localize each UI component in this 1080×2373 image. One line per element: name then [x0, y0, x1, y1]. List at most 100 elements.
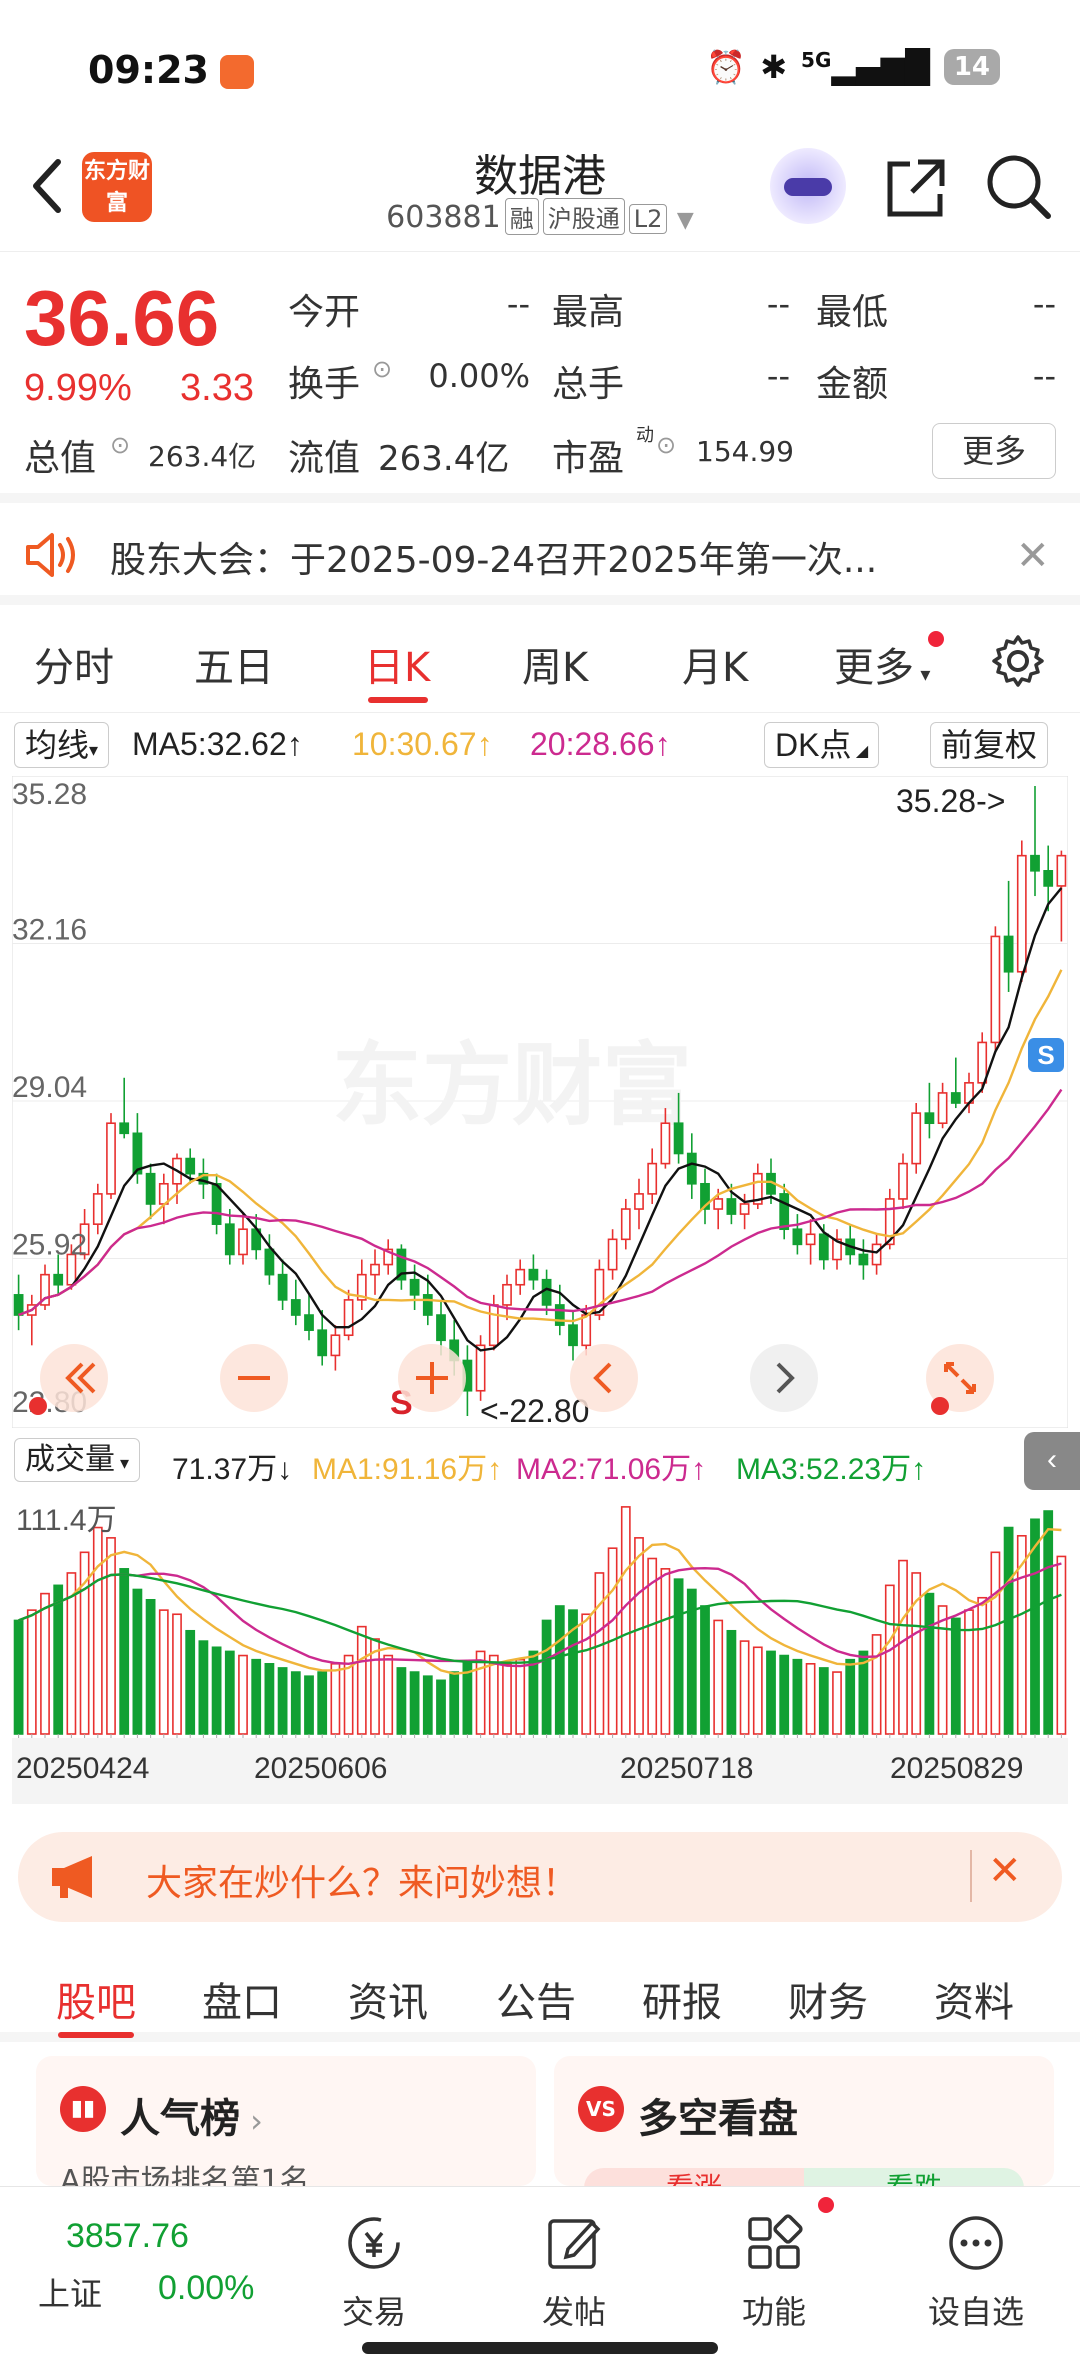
candle	[502, 1283, 512, 1306]
current-price: 36.66	[24, 274, 220, 362]
nav-post[interactable]: 发帖	[474, 2287, 674, 2333]
candle	[898, 1162, 908, 1200]
grid-icon[interactable]	[744, 2213, 804, 2273]
candle	[607, 1238, 618, 1271]
tab-profile[interactable]: 资料	[934, 1970, 1014, 2028]
tag-margin: 融	[504, 198, 539, 235]
nav-functions[interactable]: 功能	[674, 2287, 874, 2333]
battery-icon: 14	[943, 49, 1000, 85]
notice-bar[interactable]: 股东大会：于2025-09-24召开2025年第一次... ✕	[0, 503, 1080, 605]
prev-icon[interactable]	[570, 1344, 638, 1412]
volume-bar	[541, 1619, 552, 1735]
bull-bear-card[interactable]: VS 多空看盘 看涨 看跌	[554, 2056, 1054, 2208]
ai-banner[interactable]: 大家在炒什么？来问妙想！ ✕	[18, 1832, 1062, 1922]
candle	[409, 1278, 420, 1296]
volume-bar	[238, 1654, 248, 1735]
pe-value: 154.99	[696, 435, 794, 468]
candle	[515, 1268, 526, 1286]
volume-bar	[92, 1526, 103, 1735]
info-icon[interactable]: ⊙	[656, 431, 676, 459]
volume-bar	[1056, 1555, 1067, 1735]
tab-daily-k[interactable]: 日K	[364, 635, 430, 693]
adjust-select[interactable]: 前复权	[930, 722, 1049, 768]
red-dot	[931, 1397, 949, 1415]
close-icon[interactable]: ✕	[988, 1848, 1022, 1894]
candle	[792, 1228, 803, 1246]
more-button[interactable]: 更多	[932, 423, 1056, 479]
info-icon[interactable]: ⊙	[372, 355, 392, 383]
ai-assistant-icon[interactable]	[770, 148, 846, 224]
trade-icon[interactable]	[344, 2213, 404, 2273]
share-icon[interactable]	[882, 154, 950, 222]
candle	[422, 1294, 433, 1316]
open-value: --	[506, 285, 530, 323]
svg-text:S: S	[1037, 1040, 1054, 1070]
high-label: 最高	[552, 292, 625, 333]
speaker-icon	[26, 533, 75, 577]
tab-weekly-k[interactable]: 周K	[522, 635, 588, 693]
open-label: 今开	[288, 292, 361, 333]
signal-s-badge[interactable]: S	[1028, 1038, 1064, 1072]
candle	[475, 1344, 486, 1392]
tab-monthly-k[interactable]: 月K	[682, 635, 748, 693]
volume-bar	[515, 1658, 526, 1735]
more-dots-icon[interactable]	[946, 2213, 1006, 2273]
search-icon[interactable]	[984, 152, 1054, 222]
tag-l2: L2	[628, 204, 668, 234]
compose-icon[interactable]	[544, 2213, 604, 2273]
tab-intraday[interactable]: 分时	[34, 635, 114, 693]
close-icon[interactable]: ✕	[1016, 533, 1050, 579]
dk-point-select[interactable]: DK点 ◢	[764, 722, 880, 768]
tab-news[interactable]: 资讯	[348, 1970, 428, 2028]
volume-bar	[26, 1609, 37, 1735]
candle	[937, 1092, 948, 1125]
volume-value: --	[766, 357, 790, 395]
zoom-out-icon[interactable]	[220, 1344, 288, 1412]
volume-bar	[620, 1506, 631, 1735]
candle	[224, 1223, 235, 1256]
index-value[interactable]: 3857.76	[66, 2217, 189, 2256]
volume-bar	[145, 1598, 156, 1735]
candle	[92, 1193, 103, 1225]
volume-value: 71.37万↓	[172, 1453, 293, 1486]
tab-pankou[interactable]: 盘口	[202, 1970, 282, 2028]
stock-header: 东方财富 数据港 603881 融沪股通 L2 ▼	[0, 140, 1080, 252]
tab-more[interactable]: 更多 ▾	[834, 635, 930, 693]
tab-five-day[interactable]: 五日	[194, 635, 274, 693]
candle	[53, 1273, 64, 1286]
zoom-in-icon[interactable]	[398, 1344, 466, 1412]
market-cap-value: 263.4亿	[148, 440, 257, 473]
volume-select[interactable]: 成交量 ▾	[14, 1438, 141, 1482]
ma5-value: MA5:32.62↑	[132, 726, 303, 762]
volume-bar	[766, 1650, 776, 1735]
home-indicator	[362, 2342, 718, 2354]
candle	[647, 1162, 658, 1195]
nav-watchlist[interactable]: 设自选	[876, 2287, 1076, 2333]
signal-icon: 5G▂▄▆█	[801, 48, 930, 86]
low-annotation: <-22.80	[480, 1393, 589, 1428]
volume-bar	[211, 1646, 222, 1735]
tab-guba[interactable]: 股吧	[56, 1970, 136, 2028]
candle	[818, 1233, 829, 1261]
volume-bar	[713, 1619, 724, 1735]
tab-finance[interactable]: 财务	[788, 1970, 868, 2028]
amount-value: --	[1032, 357, 1056, 395]
candle	[871, 1243, 882, 1266]
volume-chart[interactable]: 111.4万 20250424 20250606 20250718 202508…	[12, 1494, 1068, 1814]
ma-select[interactable]: 均线▾	[14, 722, 110, 768]
gear-icon[interactable]	[990, 633, 1046, 689]
volume-bar	[884, 1584, 895, 1735]
candle	[264, 1248, 275, 1276]
nav-trade[interactable]: 交易	[274, 2287, 474, 2333]
tab-announcements[interactable]: 公告	[496, 1970, 576, 2028]
volume-bar	[898, 1559, 908, 1735]
tab-research[interactable]: 研报	[642, 1970, 722, 2028]
info-icon[interactable]: ⊙	[110, 431, 130, 459]
scroll-left-icon[interactable]	[40, 1344, 108, 1412]
kline-chart[interactable]: 东方财富 35.2832.1629.0425.9222.80 35.28-> <…	[12, 776, 1068, 1428]
candle	[211, 1182, 222, 1225]
collapse-panel-icon[interactable]: ‹	[1024, 1432, 1080, 1490]
next-icon[interactable]	[750, 1344, 818, 1412]
volume-bar	[977, 1596, 988, 1735]
popularity-card[interactable]: ▮▮ 人气榜 › A股市场排名第1名	[36, 2056, 536, 2199]
